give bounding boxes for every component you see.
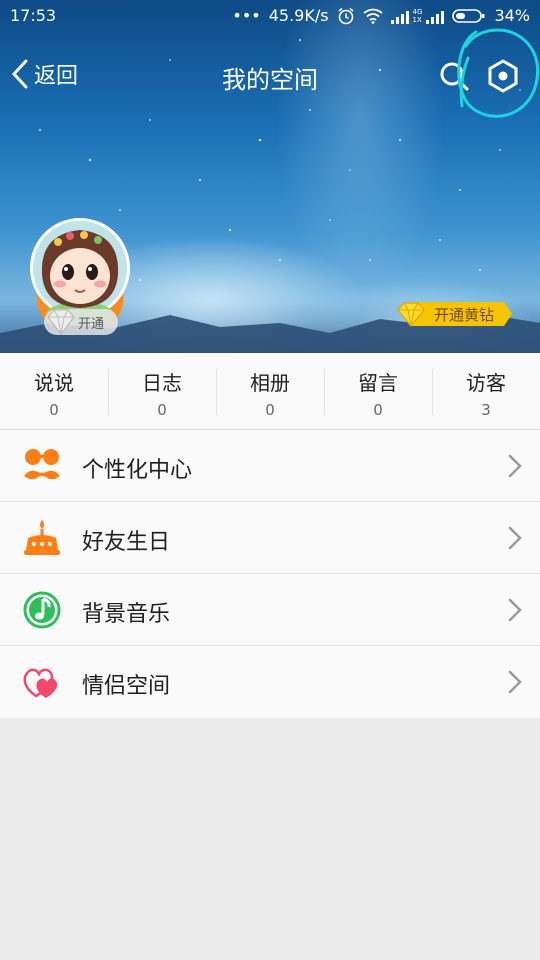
stat-label: 留言	[358, 371, 398, 395]
chevron-right-icon	[508, 526, 522, 550]
chevron-right-icon	[508, 598, 522, 622]
stats-bar: 说说 0 日志 0 相册 0 留言 0 访客 3	[0, 353, 540, 430]
cell-type-bottom: 1X	[412, 15, 422, 24]
stat-count: 0	[265, 401, 275, 419]
status-indicators: ••• 45.9K/s 4G 1X 34%	[232, 6, 530, 25]
status-bar: 17:53 ••• 45.9K/s 4G 1X 34%	[0, 0, 540, 32]
settings-hexagon-icon[interactable]	[485, 58, 521, 94]
stat-shuoshuo[interactable]: 说说 0	[0, 353, 108, 429]
vip-badge-label: 开通	[78, 316, 105, 332]
navigation-bar: 返回 我的空间	[0, 50, 540, 102]
stat-count: 3	[481, 401, 491, 419]
stat-count: 0	[157, 401, 167, 419]
menu-label: 背景音乐	[82, 602, 171, 627]
menu-label: 情侣空间	[82, 674, 171, 699]
menu-label: 个性化中心	[82, 458, 193, 483]
menu-item-background-music[interactable]: 背景音乐	[0, 574, 540, 646]
feature-menu: 个性化中心 好友生日 背景音乐 情侣空间	[0, 430, 540, 718]
wifi-icon	[362, 8, 383, 24]
search-icon[interactable]	[438, 60, 470, 92]
diamond-icon	[47, 309, 75, 335]
battery-icon	[452, 8, 485, 23]
stat-messages[interactable]: 留言 0	[324, 353, 432, 429]
cell-type-top: 4G	[412, 7, 423, 16]
stat-visitors[interactable]: 访客 3	[432, 353, 540, 429]
stat-label: 说说	[34, 371, 74, 395]
stat-label: 访客	[466, 371, 506, 395]
menu-item-friend-birthday[interactable]: 好友生日	[0, 502, 540, 574]
mustache-glasses-icon	[24, 449, 60, 480]
network-speed: 45.9K/s	[268, 6, 329, 25]
battery-level: 34%	[494, 6, 530, 25]
vip-open-badge[interactable]: 开通	[44, 309, 118, 335]
stat-album[interactable]: 相册 0	[216, 353, 324, 429]
alarm-icon	[338, 7, 354, 24]
menu-item-personalization[interactable]: 个性化中心	[0, 430, 540, 502]
stat-label: 相册	[250, 371, 290, 395]
birthday-cake-icon	[24, 520, 60, 555]
open-yellow-diamond-button[interactable]: 开通黄钻	[396, 300, 514, 328]
chevron-right-icon	[508, 454, 522, 478]
stat-count: 0	[373, 401, 383, 419]
menu-label: 好友生日	[82, 530, 171, 555]
status-time: 17:53	[10, 6, 57, 25]
chevron-right-icon	[508, 670, 522, 694]
stat-label: 日志	[142, 371, 182, 395]
stat-blog[interactable]: 日志 0	[108, 353, 216, 429]
stat-count: 0	[49, 401, 59, 419]
music-note-icon	[23, 591, 61, 629]
dots-icon: •••	[232, 6, 261, 25]
open-yellow-diamond-label: 开通黄钻	[434, 306, 495, 324]
cell-signal-icon: 4G 1X	[390, 7, 445, 24]
menu-item-couple-space[interactable]: 情侣空间	[0, 646, 540, 718]
couple-hearts-icon	[23, 668, 58, 698]
